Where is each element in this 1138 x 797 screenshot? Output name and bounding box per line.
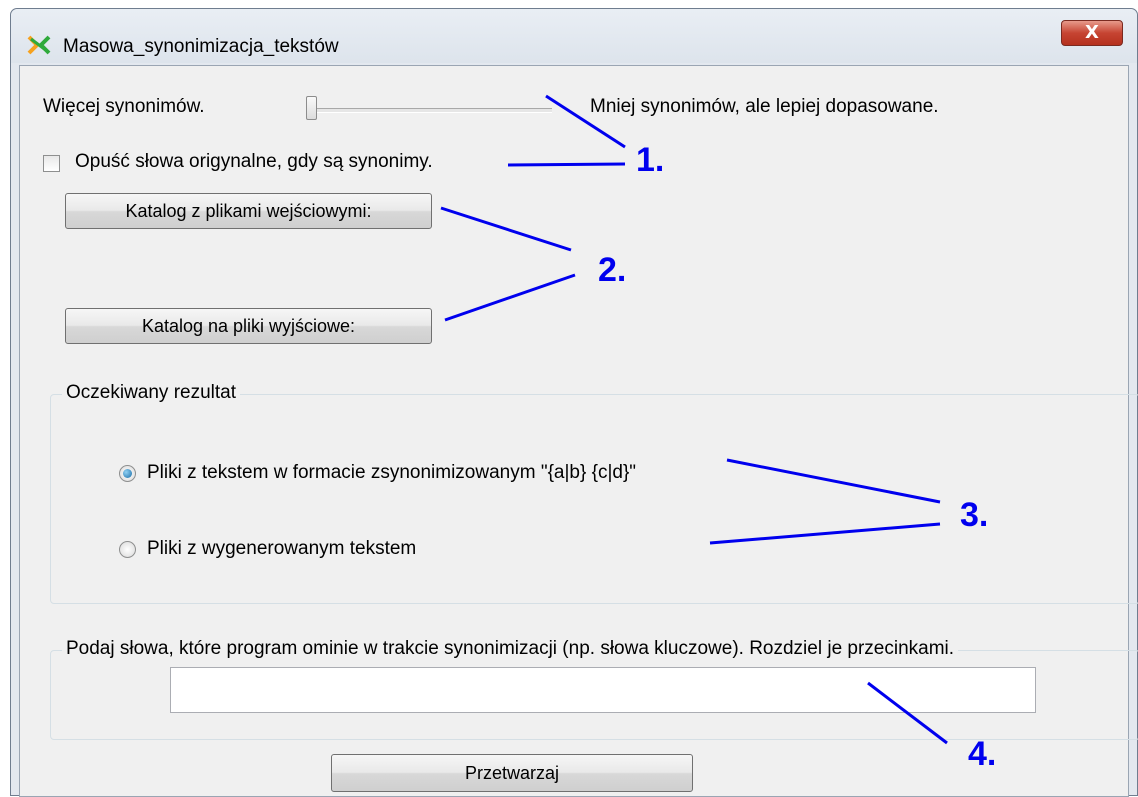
annotation-number-2: 2.: [598, 251, 627, 289]
close-icon: X: [1085, 22, 1099, 43]
annotation-number-4: 4.: [968, 735, 997, 773]
slider-left-label: Więcej synonimów.: [43, 96, 205, 117]
synonym-slider-thumb[interactable]: [306, 96, 317, 120]
app-logo-icon: [27, 35, 51, 55]
skip-words-group-title: Podaj słowa, które program ominie w trak…: [62, 638, 959, 660]
client-area: Więcej synonimów. Mniej synonimów, ale l…: [19, 65, 1138, 797]
close-button[interactable]: X: [1061, 20, 1123, 46]
process-button[interactable]: Przetwarzaj: [331, 754, 693, 792]
skip-words-input[interactable]: [170, 667, 1036, 713]
app-window: Masowa_synonimizacja_tekstów X Więcej sy…: [10, 8, 1138, 797]
radio-synonymized-format-label[interactable]: Pliki z tekstem w formacie zsynonimizowa…: [147, 462, 636, 484]
output-dir-button-label: Katalog na pliki wyjściowe:: [141, 316, 356, 336]
process-button-label: Przetwarzaj: [464, 763, 560, 783]
result-group-title: Oczekiwany rezultat: [62, 382, 241, 404]
output-dir-button[interactable]: Katalog na pliki wyjściowe:: [65, 308, 432, 344]
radio-generated-text[interactable]: [119, 541, 136, 558]
input-dir-button-label: Katalog z plikami wejściowymi:: [125, 201, 372, 221]
title-bar[interactable]: Masowa_synonimizacja_tekstów X: [11, 9, 1137, 63]
synonym-slider-track[interactable]: [308, 108, 552, 113]
input-dir-button[interactable]: Katalog z plikami wejściowymi:: [65, 193, 432, 229]
radio-generated-text-label[interactable]: Pliki z wygenerowanym tekstem: [147, 538, 416, 560]
skip-originals-label[interactable]: Opuść słowa origynalne, gdy są synonimy.: [75, 151, 433, 173]
annotation-number-3: 3.: [960, 496, 989, 534]
radio-synonymized-format[interactable]: [119, 465, 136, 482]
annotation-number-1: 1.: [636, 141, 665, 179]
skip-originals-checkbox[interactable]: [43, 155, 60, 172]
slider-right-label: Mniej synonimów, ale lepiej dopasowane.: [590, 96, 939, 117]
window-title: Masowa_synonimizacja_tekstów: [63, 36, 339, 57]
